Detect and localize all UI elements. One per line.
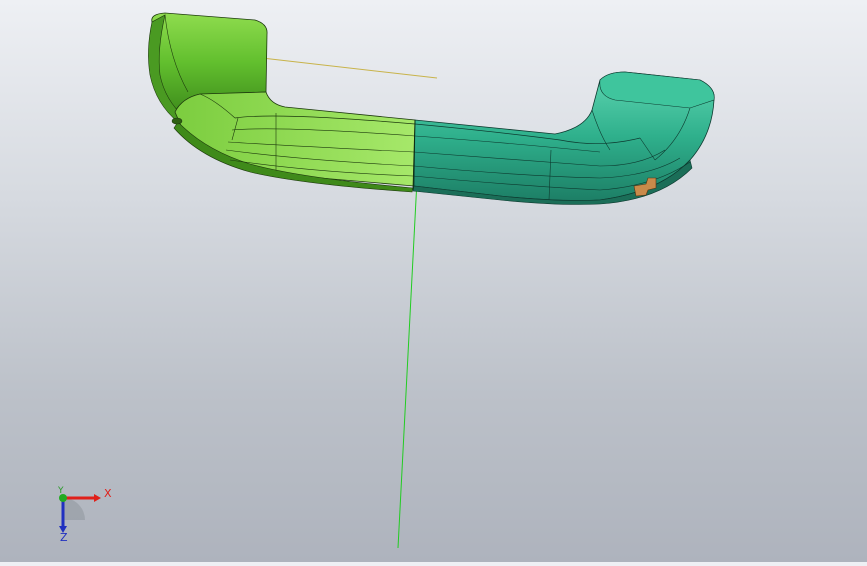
sketch-reference-line bbox=[261, 57, 438, 79]
handle-left-half[interactable] bbox=[148, 12, 416, 193]
triad-y-label: Y bbox=[58, 486, 64, 496]
triad-x-label: X bbox=[104, 487, 112, 500]
model-viewport[interactable]: X Y Z bbox=[0, 0, 867, 562]
model-canvas[interactable] bbox=[0, 0, 867, 562]
orientation-triad[interactable] bbox=[59, 494, 101, 533]
handle-right-half[interactable] bbox=[412, 71, 715, 205]
reference-axis-line bbox=[397, 179, 418, 549]
triad-z-label: Z bbox=[60, 531, 68, 544]
